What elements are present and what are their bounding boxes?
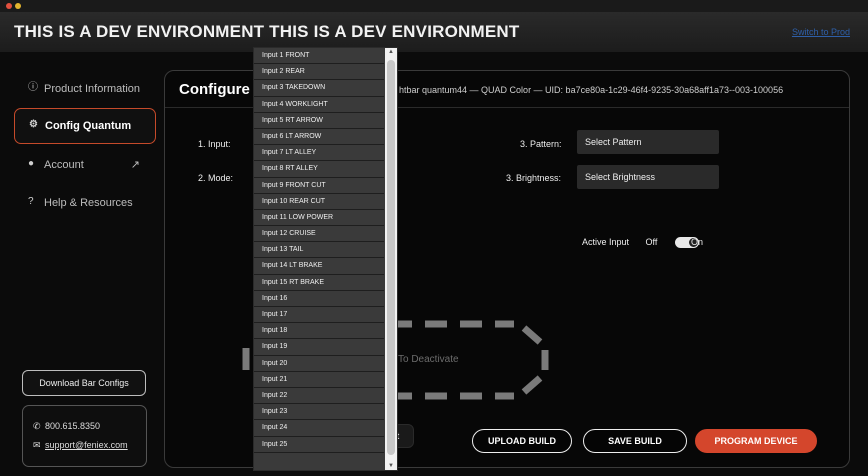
dropdown-option[interactable]: Input 7 LT ALLEY: [254, 145, 384, 162]
sidebar-item-label: Help & Resources: [44, 197, 133, 209]
switch-environment-link[interactable]: Switch to Prod: [792, 27, 850, 37]
close-window-dot[interactable]: [6, 3, 12, 9]
banner-title: THIS IS A DEV ENVIRONMENT THIS IS A DEV …: [14, 22, 520, 41]
email-line: ✉ support@feniex.com: [33, 440, 128, 451]
phone-icon: ✆: [33, 421, 41, 431]
dev-environment-banner: THIS IS A DEV ENVIRONMENT THIS IS A DEV …: [0, 12, 868, 52]
dropdown-option[interactable]: Input 5 RT ARROW: [254, 112, 384, 129]
window-chrome: [0, 0, 868, 12]
dropdown-option[interactable]: Input 14 LT BRAKE: [254, 258, 384, 275]
sidebar-item-label: Config Quantum: [45, 120, 132, 132]
dropdown-option[interactable]: Input 16: [254, 290, 384, 307]
dropdown-option[interactable]: Input 17: [254, 307, 384, 324]
toggle-off-label: Off: [645, 237, 658, 247]
dropdown-option[interactable]: Input 1 FRONT: [254, 48, 384, 65]
scrollbar-thumb[interactable]: [387, 60, 395, 455]
phone-number: 800.615.8350: [45, 421, 101, 431]
dropdown-option[interactable]: Input 18: [254, 323, 384, 340]
upload-build-button[interactable]: UPLOAD BUILD: [472, 429, 572, 453]
dropdown-option[interactable]: Input 3 TAKEDOWN: [254, 80, 384, 97]
dropdown-option[interactable]: Input 11 LOW POWER: [254, 209, 384, 227]
external-link-icon: ↗: [130, 159, 140, 171]
dropdown-option[interactable]: Input 25: [254, 436, 384, 453]
deactivate-text: To Deactivate: [398, 354, 459, 365]
sidebar-item-label: Account: [44, 159, 84, 171]
help-icon: ?: [28, 196, 34, 207]
info-icon: ⓘ: [28, 82, 38, 93]
minimize-window-dot[interactable]: [15, 3, 21, 9]
sidebar-item-help-resources[interactable]: ? Help & Resources: [14, 186, 154, 220]
mode-label: 2. Mode:: [198, 173, 234, 183]
phone-line: ✆ 800.615.8350: [33, 421, 100, 432]
dropdown-option[interactable]: Input 6 LT ARROW: [254, 128, 384, 146]
dropdown-option[interactable]: Input 20: [254, 355, 384, 372]
program-device-button[interactable]: PROGRAM DEVICE: [695, 429, 817, 453]
brightness-label: 3. Brightness:: [506, 173, 562, 183]
dropdown-scrollbar[interactable]: ▲ ▼: [385, 48, 397, 470]
sidebar-item-account[interactable]: ● Account ↗: [14, 148, 154, 182]
toggle-on-label: On: [691, 237, 704, 247]
contact-box: ✆ 800.615.8350 ✉ support@feniex.com: [22, 405, 147, 467]
dropdown-option[interactable]: Input 22: [254, 387, 384, 405]
device-meta: htbar quantum44 — QUAD Color — UID: ba7c…: [399, 85, 784, 95]
download-bar-configs-button[interactable]: Download Bar Configs: [22, 370, 146, 396]
dropdown-option[interactable]: Input 10 REAR CUT: [254, 193, 384, 210]
save-build-button[interactable]: SAVE BUILD: [583, 429, 687, 453]
sidebar-item-config-quantum[interactable]: ⚙ Config Quantum: [14, 108, 156, 144]
dropdown-options: Input 1 FRONT Input 2 REAR Input 3 TAKEDOW…: [254, 48, 384, 453]
dropdown-option[interactable]: Input 15 RT BRAKE: [254, 274, 384, 291]
scroll-down-icon[interactable]: ▼: [388, 463, 394, 469]
sidebar-item-label: Product Information: [44, 83, 140, 95]
user-icon: ●: [28, 158, 35, 169]
brightness-select[interactable]: Select Brightness: [577, 165, 719, 189]
dropdown-option[interactable]: Input 8 RT ALLEY: [254, 161, 384, 178]
dropdown-option[interactable]: Input 2 REAR: [254, 64, 384, 81]
pattern-select[interactable]: Select Pattern: [577, 130, 719, 154]
input-dropdown-list[interactable]: Input 1 FRONT Input 2 REAR Input 3 TAKEDOW…: [253, 47, 398, 471]
dropdown-option[interactable]: Input 4 WORKLIGHT: [254, 96, 384, 113]
gear-icon: ⚙: [29, 119, 38, 130]
sidebar-item-product-information[interactable]: ⓘ Product Information: [14, 72, 154, 106]
dropdown-option[interactable]: Input 13 TAIL: [254, 242, 384, 259]
dropdown-option[interactable]: Input 23: [254, 404, 384, 421]
email-icon: ✉: [33, 440, 41, 450]
support-email-link[interactable]: support@feniex.com: [45, 440, 128, 450]
input-label: 1. Input:: [198, 139, 231, 149]
panel-title: Configure: [179, 81, 250, 98]
pattern-label: 3. Pattern:: [520, 139, 562, 149]
active-input-label: Active Input: [582, 237, 630, 247]
dropdown-option[interactable]: Input 19: [254, 339, 384, 356]
dropdown-option[interactable]: Input 24: [254, 420, 384, 437]
scroll-up-icon[interactable]: ▲: [388, 49, 394, 55]
dropdown-option[interactable]: Input 9 FRONT CUT: [254, 177, 384, 194]
active-input-row: Active Input Off: [582, 237, 657, 247]
dropdown-option[interactable]: Input 21: [254, 371, 384, 388]
dropdown-option[interactable]: Input 12 CRUISE: [254, 226, 384, 243]
